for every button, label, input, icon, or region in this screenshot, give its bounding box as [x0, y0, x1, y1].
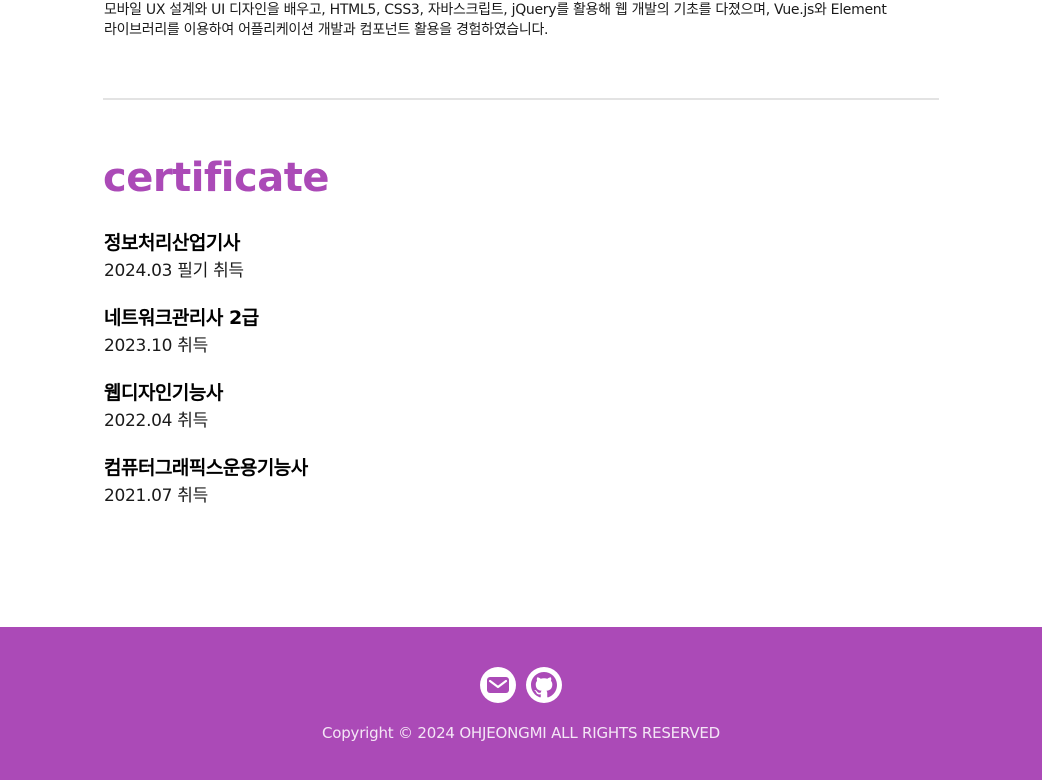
footer-icon-links	[0, 667, 1042, 703]
portfolio-page: 모바일 UX 설계와 UI 디자인을 배우고, HTML5, CSS3, 자바스…	[0, 0, 1042, 780]
copyright-text: Copyright © 2024 OHJEONGMI ALL RIGHTS RE…	[321, 724, 721, 742]
certificate-date: 2021.07 취득	[104, 486, 208, 506]
github-icon	[531, 672, 557, 698]
intro-line-1: 모바일 UX 설계와 UI 디자인을 배우고, HTML5, CSS3, 자바스…	[104, 2, 887, 18]
certificate-name: 컴퓨터그래픽스운용기능사	[104, 457, 308, 479]
certificate-date: 2023.10 취득	[104, 336, 208, 356]
mail-link[interactable]	[480, 667, 516, 703]
certificate-date: 2022.04 취득	[104, 411, 208, 431]
certificate-name: 웹디자인기능사	[104, 382, 223, 404]
github-link[interactable]	[526, 667, 562, 703]
certificate-item: 네트워크관리사 2급 2023.10 취득	[104, 305, 308, 380]
certificate-name: 네트워크관리사 2급	[104, 307, 259, 329]
certificate-title: certificate	[103, 155, 329, 201]
certificate-date: 2024.03 필기 취득	[104, 261, 244, 281]
certificate-list: 정보처리산업기사 2024.03 필기 취득 네트워크관리사 2급 2023.1…	[104, 230, 308, 530]
intro-line-2: 라이브러리를 이용하여 어플리케이션 개발과 컴포넌트 활용을 경험하였습니다.	[104, 22, 549, 38]
certificate-name: 정보처리산업기사	[104, 232, 240, 254]
section-divider	[103, 98, 939, 100]
intro-text: 모바일 UX 설계와 UI 디자인을 배우고, HTML5, CSS3, 자바스…	[104, 0, 944, 40]
certificate-item: 정보처리산업기사 2024.03 필기 취득	[104, 230, 308, 305]
site-footer: Copyright © 2024 OHJEONGMI ALL RIGHTS RE…	[0, 627, 1042, 780]
certificate-item: 컴퓨터그래픽스운용기능사 2021.07 취득	[104, 455, 308, 530]
certificate-item: 웹디자인기능사 2022.04 취득	[104, 380, 308, 455]
mail-icon	[487, 677, 509, 693]
